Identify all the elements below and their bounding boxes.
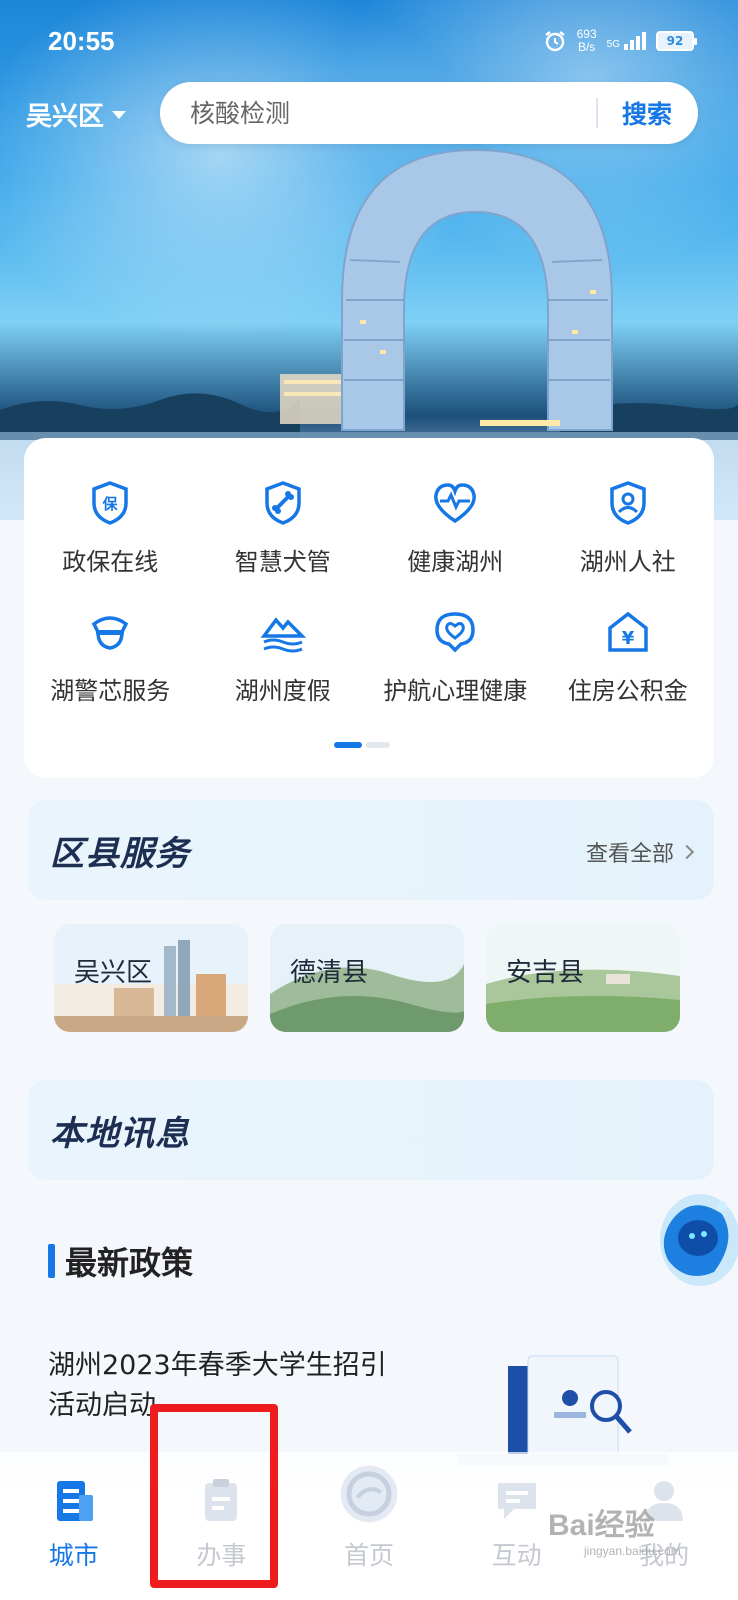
district-section-header: 区县服务 查看全部 (28, 800, 714, 900)
house-yen-icon: ¥ (603, 607, 653, 657)
district-card-deqing[interactable]: 德清县 (270, 924, 464, 1032)
annotation-highlight-box (150, 1404, 278, 1588)
district-section-title: 区县服务 (50, 834, 190, 874)
person-shield-icon (603, 478, 653, 528)
dog-bone-icon (258, 478, 308, 528)
chevron-right-icon (679, 844, 695, 860)
tab-city[interactable]: 城市 (0, 1452, 148, 1600)
status-bar: 20:55 693 B/s 5G 92 (0, 22, 738, 62)
view-all-link[interactable]: 查看全部 (586, 836, 695, 868)
heart-pulse-icon (430, 478, 480, 528)
latest-policy-heading: 最新政策 (48, 1238, 193, 1284)
district-name: 安吉县 (506, 958, 585, 988)
signal-icon: 5G (607, 32, 646, 50)
pager-dot[interactable] (366, 742, 390, 748)
district-name: 德清县 (290, 958, 369, 988)
clock-time: 20:55 (48, 26, 115, 56)
heading-accent-bar (48, 1244, 55, 1278)
pager-dot-active[interactable] (334, 742, 362, 748)
svg-text:¥: ¥ (621, 628, 634, 649)
news-section-title: 本地讯息 (50, 1114, 190, 1154)
svg-text:保: 保 (102, 495, 119, 513)
service-item-housing-fund[interactable]: ¥ 住房公积金 (542, 607, 715, 706)
service-item-zhengbao[interactable]: 保 政保在线 (24, 478, 197, 577)
chat-icon (487, 1470, 547, 1530)
baidu-watermark: Bai经验 jingyan.baidu.com (548, 1509, 681, 1558)
carousel-pager (334, 742, 390, 748)
shield-bao-icon: 保 (85, 478, 135, 528)
service-item-mental-health[interactable]: 护航心理健康 (369, 607, 542, 706)
heart-chat-icon (430, 607, 480, 657)
city-icon (44, 1470, 104, 1530)
district-card-anji[interactable]: 安吉县 (486, 924, 680, 1032)
home-logo-icon (339, 1465, 399, 1530)
alarm-icon (544, 31, 565, 52)
service-item-vacation[interactable]: 湖州度假 (197, 607, 370, 706)
network-speed: 693 B/s (576, 27, 597, 54)
caret-down-icon (112, 110, 127, 119)
mountain-wave-icon (258, 607, 308, 657)
search-bar: 搜索 (160, 82, 698, 144)
service-item-dog[interactable]: 智慧犬管 (197, 478, 370, 577)
district-list: 吴兴区 德清县 安吉县 (54, 924, 688, 1032)
battery-icon: 92 (656, 31, 697, 51)
news-section-header: 本地讯息 (28, 1080, 714, 1180)
region-selector[interactable]: 吴兴区 (26, 96, 127, 133)
assistant-robot-icon[interactable] (642, 1180, 738, 1300)
quick-services-card: 保 政保在线 智慧犬管 健康湖州 湖州人社 湖警芯服务 湖州度假 护航心理健康 … (24, 438, 714, 778)
search-input[interactable] (160, 82, 596, 144)
recruitment-illustration[interactable] (458, 1346, 668, 1466)
status-icons: 693 B/s 5G 92 (543, 27, 697, 54)
police-cap-icon (85, 607, 135, 657)
search-button[interactable]: 搜索 (598, 82, 698, 144)
region-label: 吴兴区 (26, 102, 105, 132)
service-item-police[interactable]: 湖警芯服务 (24, 607, 197, 706)
service-item-social[interactable]: 湖州人社 (542, 478, 715, 577)
district-card-wuxing[interactable]: 吴兴区 (54, 924, 248, 1032)
service-item-health[interactable]: 健康湖州 (369, 478, 542, 577)
service-grid: 保 政保在线 智慧犬管 健康湖州 湖州人社 湖警芯服务 湖州度假 护航心理健康 … (24, 478, 714, 706)
district-name: 吴兴区 (74, 958, 153, 988)
tab-home[interactable]: 首页 (295, 1452, 443, 1600)
